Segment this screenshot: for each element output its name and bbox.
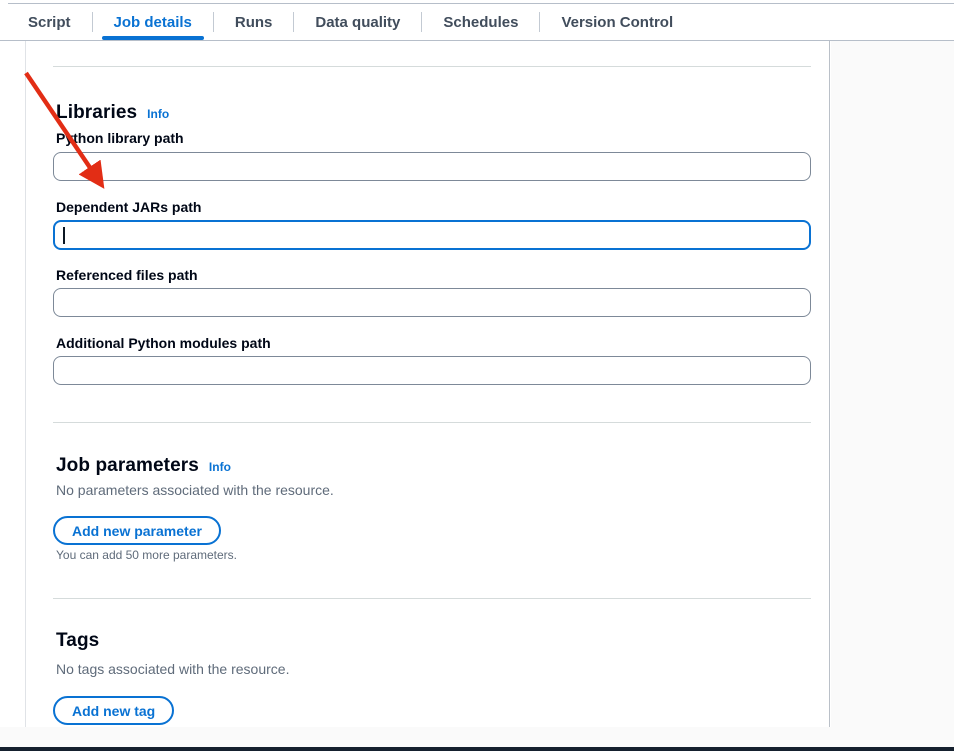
additional-python-modules-path-label: Additional Python modules path: [56, 335, 271, 351]
job-parameters-info-link[interactable]: Info: [209, 460, 231, 474]
libraries-heading: Libraries: [56, 102, 137, 124]
libraries-heading-row: Libraries Info: [56, 102, 169, 124]
python-library-path-label: Python library path: [56, 130, 184, 146]
tab-bar: Script Job details Runs Data quality Sch…: [0, 4, 954, 40]
tab-version-control[interactable]: Version Control: [540, 4, 694, 40]
bottom-window-edge: [0, 747, 954, 751]
job-parameters-heading-row: Job parameters Info: [56, 455, 231, 477]
job-parameters-empty-message: No parameters associated with the resour…: [56, 482, 334, 498]
tags-empty-message: No tags associated with the resource.: [56, 661, 289, 677]
add-new-tag-button[interactable]: Add new tag: [53, 696, 174, 725]
bottom-gutter: [0, 727, 954, 747]
referenced-files-path-input[interactable]: [53, 288, 811, 317]
dependent-jars-path-input[interactable]: [53, 220, 811, 250]
python-library-path-input[interactable]: [53, 152, 811, 181]
dependent-jars-path-label: Dependent JARs path: [56, 199, 201, 215]
tab-runs[interactable]: Runs: [214, 4, 294, 40]
add-new-tag-label: Add new tag: [72, 703, 155, 719]
tab-data-quality[interactable]: Data quality: [294, 4, 421, 40]
text-cursor: [63, 227, 65, 244]
job-details-panel: Libraries Info Python library path Depen…: [25, 41, 830, 727]
referenced-files-path-label: Referenced files path: [56, 267, 198, 283]
section-divider: [53, 598, 811, 599]
libraries-info-link[interactable]: Info: [147, 107, 169, 121]
add-new-parameter-label: Add new parameter: [72, 523, 202, 539]
section-divider: [53, 422, 811, 423]
tab-script[interactable]: Script: [7, 4, 92, 40]
tags-heading-row: Tags: [56, 630, 99, 652]
job-parameters-heading: Job parameters: [56, 455, 199, 477]
additional-python-modules-path-input[interactable]: [53, 356, 811, 385]
tags-heading: Tags: [56, 630, 99, 652]
tab-job-details[interactable]: Job details: [93, 4, 213, 40]
section-divider: [53, 66, 811, 67]
add-new-parameter-button[interactable]: Add new parameter: [53, 516, 221, 545]
right-gutter: [831, 41, 954, 747]
job-parameters-hint: You can add 50 more parameters.: [56, 548, 237, 562]
tab-schedules[interactable]: Schedules: [422, 4, 539, 40]
glue-job-page: Script Job details Runs Data quality Sch…: [0, 0, 954, 753]
